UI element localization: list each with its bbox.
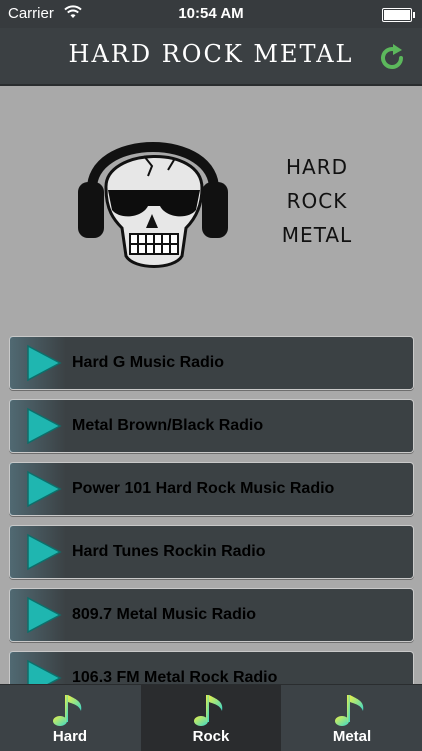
station-label: Metal Brown/Black Radio	[72, 417, 264, 434]
music-note-icon	[194, 695, 223, 726]
station-row[interactable]: 809.7 Metal Music Radio	[9, 588, 414, 642]
nav-bar: HARD ROCK METAL	[0, 28, 422, 86]
tab-hard[interactable]: Hard	[0, 685, 140, 751]
station-row[interactable]: Hard Tunes Rockin Radio	[9, 525, 414, 579]
hero-brand-text: HARD ROCK METAL	[262, 150, 372, 252]
tab-label: Rock	[192, 728, 230, 745]
page-title: HARD ROCK METAL	[68, 40, 354, 68]
tab-rock[interactable]: Rock	[141, 685, 281, 751]
refresh-icon[interactable]	[376, 42, 408, 74]
play-icon[interactable]	[10, 337, 66, 389]
play-icon[interactable]	[10, 589, 66, 641]
play-icon[interactable]	[10, 652, 66, 684]
music-note-icon	[335, 695, 364, 726]
station-row[interactable]: Power 101 Hard Rock Music Radio	[9, 462, 414, 516]
status-time: 10:54 AM	[178, 5, 244, 22]
hero-line-metal: METAL	[281, 223, 353, 247]
tab-metal[interactable]: Metal	[282, 685, 422, 751]
play-icon[interactable]	[10, 526, 66, 578]
station-list[interactable]: Hard G Music Radio Metal Brown/Black Rad…	[0, 334, 422, 684]
station-label: 106.3 FM Metal Rock Radio	[72, 669, 278, 684]
station-row[interactable]: Hard G Music Radio	[9, 336, 414, 390]
tab-bar: Hard Rock Metal	[0, 684, 422, 751]
music-note-icon	[53, 695, 82, 726]
status-bar: Carrier 10:54 AM	[0, 0, 422, 28]
station-label: 809.7 Metal Music Radio	[72, 606, 257, 623]
tab-label: Metal	[332, 728, 372, 745]
hero-line-rock: ROCK	[286, 189, 348, 213]
tab-label: Hard	[52, 728, 88, 745]
station-label: Hard G Music Radio	[72, 354, 225, 371]
skull-headphones-icon	[74, 110, 232, 276]
station-row[interactable]: 106.3 FM Metal Rock Radio	[9, 651, 414, 684]
station-label: Hard Tunes Rockin Radio	[72, 543, 266, 560]
station-row[interactable]: Metal Brown/Black Radio	[9, 399, 414, 453]
hero-banner: HARD ROCK METAL	[0, 86, 422, 331]
hero-line-hard: HARD	[285, 155, 349, 179]
play-icon[interactable]	[10, 400, 66, 452]
battery-icon	[382, 8, 415, 22]
station-label: Power 101 Hard Rock Music Radio	[72, 480, 335, 497]
play-icon[interactable]	[10, 463, 66, 515]
